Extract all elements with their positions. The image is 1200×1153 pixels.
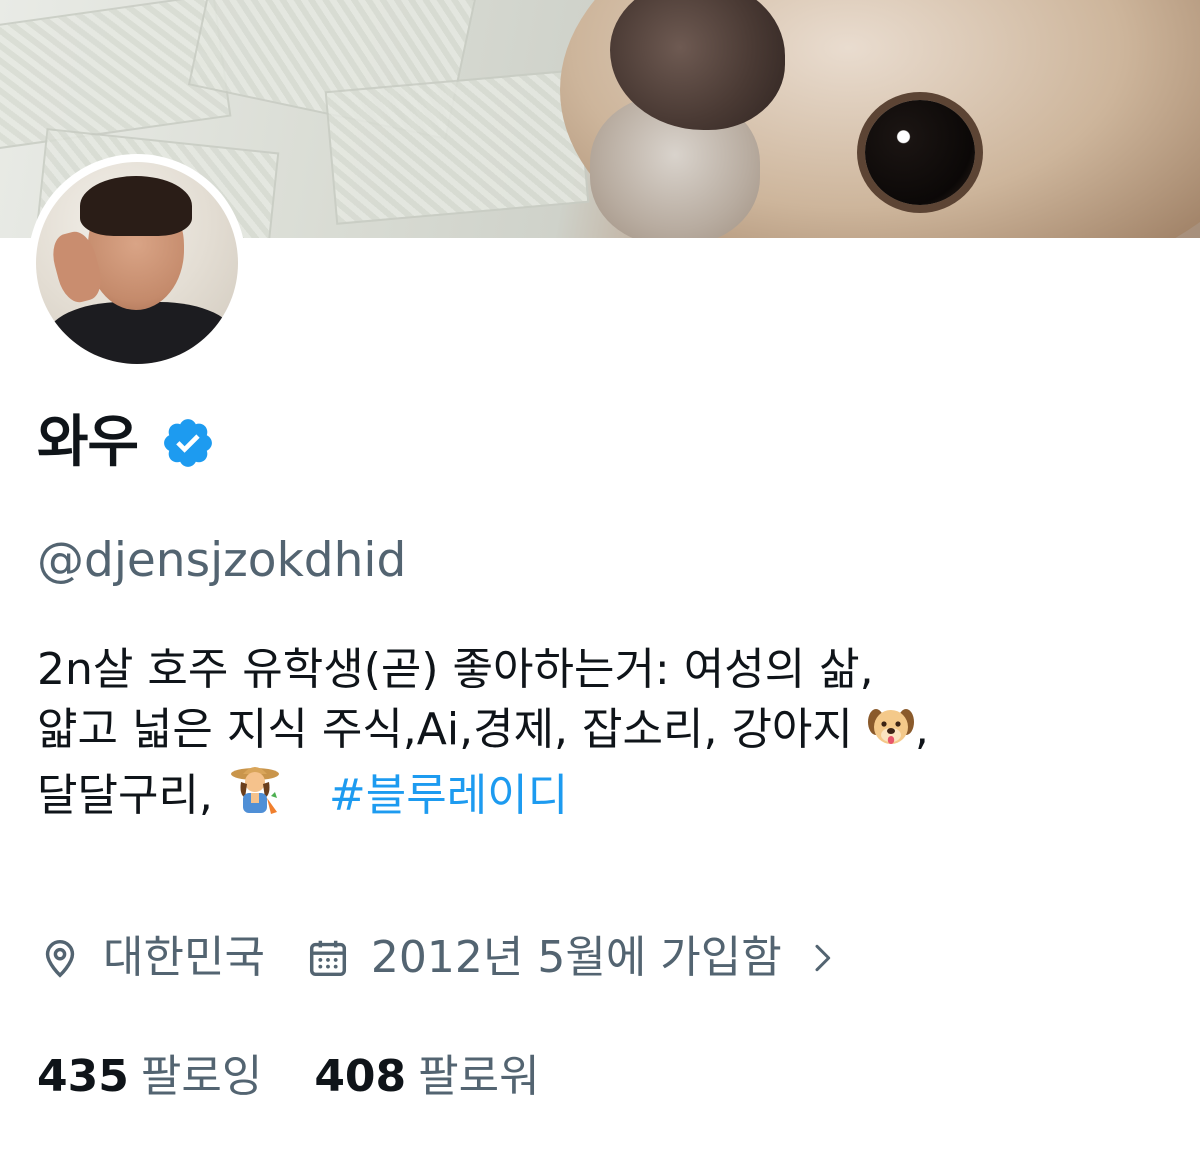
following-link[interactable]: 435 팔로잉 xyxy=(37,1055,262,1099)
verified-badge-icon[interactable] xyxy=(160,415,216,471)
following-label: 팔로잉 xyxy=(140,1051,263,1102)
display-name: 와우 xyxy=(37,410,139,475)
bio-line: 달달구리, #블루레이디 xyxy=(37,760,1167,826)
calendar-icon xyxy=(309,940,346,977)
bio: 2n살 호주 유학생(곧) 좋아하는거: 여성의 삶, 얇고 넓은 지식 주식,… xyxy=(37,640,1167,826)
profile-meta-row: 대한민국 2012년 5월에 가입함 xyxy=(37,935,842,981)
banner-dog-eye xyxy=(865,100,975,205)
location-text: 대한민국 xyxy=(103,932,265,983)
bio-text: 얇고 넓은 지식 주식,Ai,경제, 잡소리, 강아지 xyxy=(37,704,867,755)
joined-text: 2012년 5월에 가입함 xyxy=(370,932,782,983)
joined-item[interactable]: 2012년 5월에 가입함 xyxy=(305,935,842,981)
follow-stats: 435 팔로잉 408 팔로워 xyxy=(37,1055,592,1099)
user-handle: @djensjzokdhid xyxy=(37,533,407,588)
dog-face-emoji xyxy=(867,709,914,744)
name-row: 와우 xyxy=(37,415,216,471)
bio-text: , xyxy=(914,704,929,755)
bio-line: 2n살 호주 유학생(곧) 좋아하는거: 여성의 삶, xyxy=(37,644,874,695)
bio-text: 달달구리, xyxy=(37,770,227,821)
avatar-hair xyxy=(80,176,192,236)
location-item: 대한민국 xyxy=(37,935,265,981)
followers-count: 408 xyxy=(314,1051,407,1102)
chevron-right-icon[interactable] xyxy=(802,938,842,978)
avatar[interactable] xyxy=(28,154,246,372)
banner-bill-decoration xyxy=(324,69,590,225)
location-pin-icon xyxy=(45,939,75,978)
hashtag-link[interactable]: #블루레이디 xyxy=(329,770,568,821)
followers-link[interactable]: 408 팔로워 xyxy=(314,1055,539,1099)
followers-label: 팔로워 xyxy=(418,1051,540,1102)
avatar-shirt xyxy=(46,302,236,364)
woman-farmer-emoji xyxy=(230,767,279,814)
bio-line: 얇고 넓은 지식 주식,Ai,경제, 잡소리, 강아지 , xyxy=(37,700,1167,760)
avatar-photo xyxy=(36,162,238,364)
following-count: 435 xyxy=(37,1051,129,1102)
